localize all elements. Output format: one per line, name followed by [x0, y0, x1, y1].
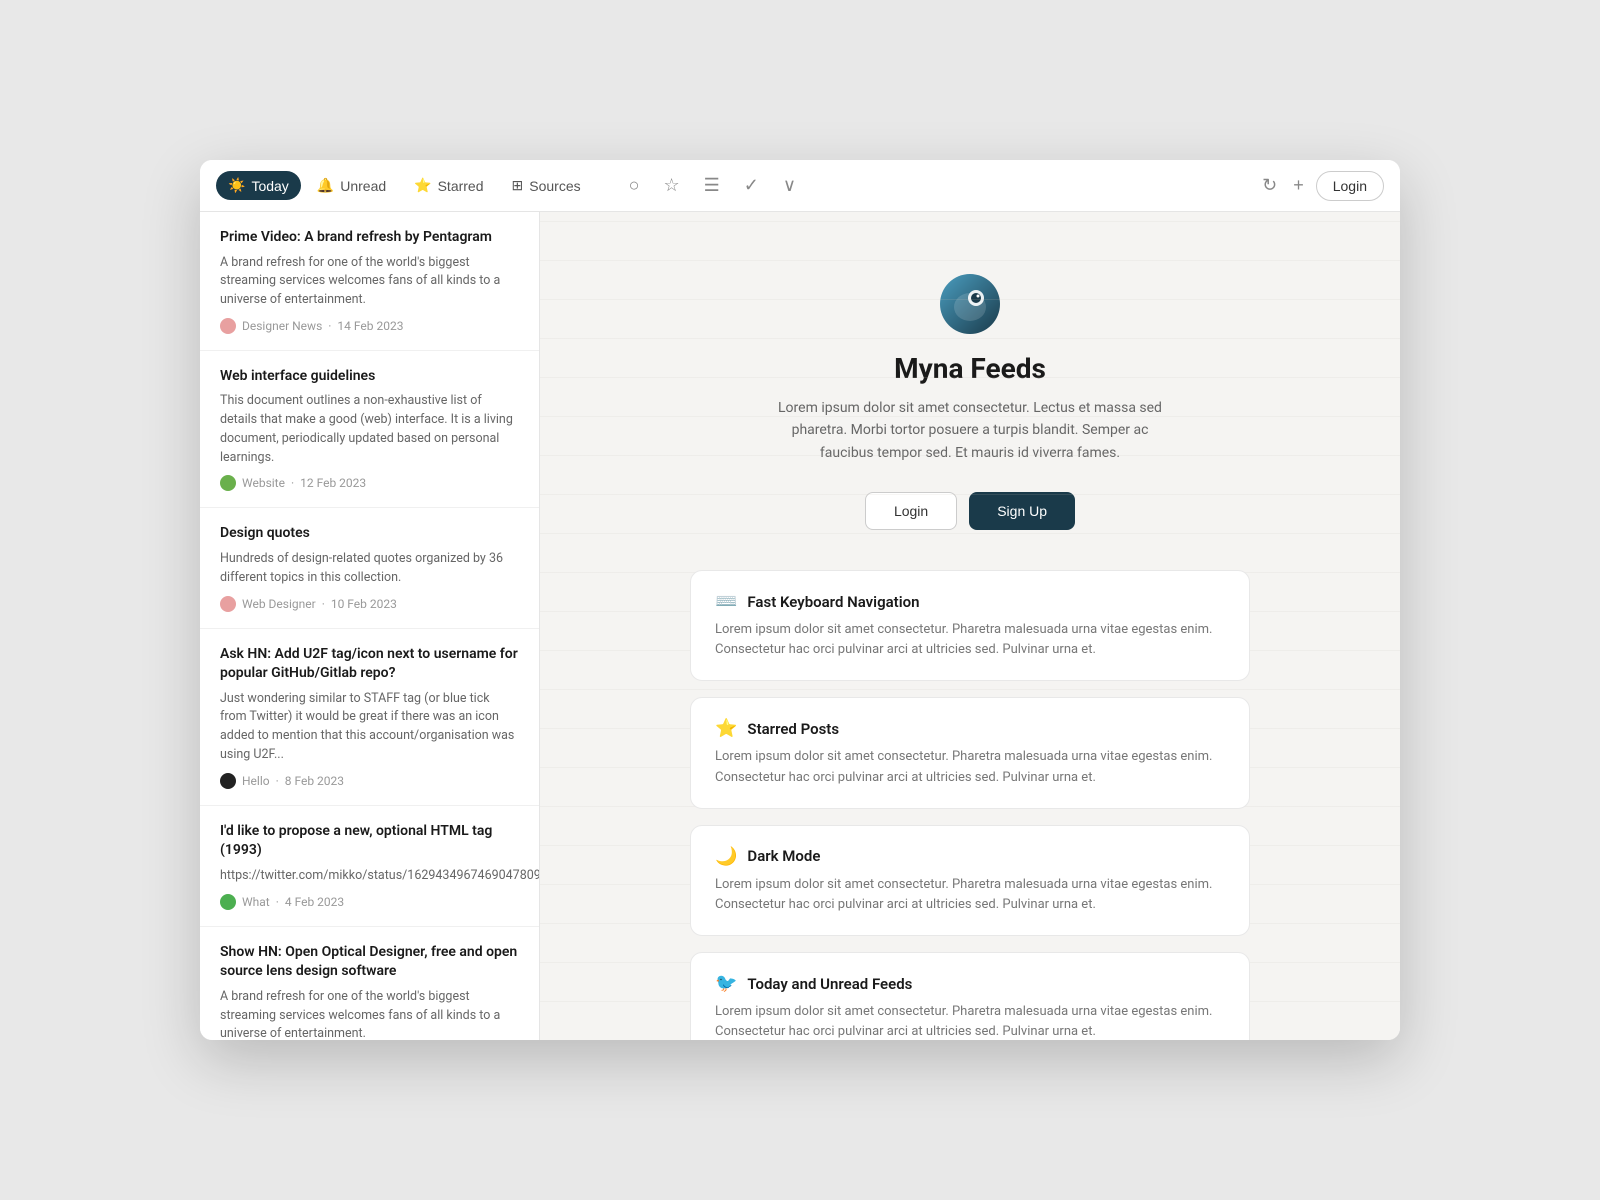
feature-title: Fast Keyboard Navigation [747, 593, 919, 611]
feature-cards: ⌨️ Fast Keyboard Navigation Lorem ipsum … [690, 570, 1250, 1040]
article-title: I'd like to propose a new, optional HTML… [220, 822, 519, 861]
sources-label: Sources [529, 178, 580, 194]
article-date: 14 Feb 2023 [337, 319, 403, 333]
bell-icon: 🔔 [317, 177, 334, 194]
feature-card-1: ⭐ Starred Posts Lorem ipsum dolor sit am… [690, 697, 1250, 808]
feature-desc: Lorem ipsum dolor sit amet consectetur. … [715, 875, 1225, 915]
article-source: Hello [242, 774, 270, 788]
article-date: 12 Feb 2023 [300, 476, 366, 490]
feature-card-2: 🌙 Dark Mode Lorem ipsum dolor sit amet c… [690, 825, 1250, 936]
article-meta: Website · 12 Feb 2023 [220, 475, 519, 491]
top-nav: ☀️ Today 🔔 Unread ⭐ Starred ⊞ Sources ○ … [200, 160, 1400, 212]
article-meta: Web Designer · 10 Feb 2023 [220, 596, 519, 612]
today-label: Today [251, 178, 288, 194]
starred-label: Starred [438, 178, 484, 194]
feature-card-header: ⭐ Starred Posts [715, 718, 1225, 739]
main-area: Prime Video: A brand refresh by Pentagra… [200, 212, 1400, 1040]
article-title: Web interface guidelines [220, 367, 519, 387]
app-description: Lorem ipsum dolor sit amet consectetur. … [770, 397, 1170, 464]
grid-icon: ⊞ [512, 177, 524, 194]
article-date: 8 Feb 2023 [285, 774, 344, 788]
starred-tab[interactable]: ⭐ Starred [402, 171, 495, 200]
login-button[interactable]: Login [1316, 171, 1384, 201]
star-icon: ⭐ [414, 177, 431, 194]
feature-card-header: 🌙 Dark Mode [715, 846, 1225, 867]
source-dot [220, 773, 236, 789]
article-date: 4 Feb 2023 [285, 895, 344, 909]
source-dot [220, 596, 236, 612]
article-source: Designer News [242, 319, 322, 333]
list-item[interactable]: Design quotes Hundreds of design-related… [200, 508, 539, 628]
article-title: Ask HN: Add U2F tag/icon next to usernam… [220, 645, 519, 684]
article-title: Show HN: Open Optical Designer, free and… [220, 943, 519, 982]
feature-title: Today and Unread Feeds [747, 975, 912, 993]
unread-tab[interactable]: 🔔 Unread [305, 171, 398, 200]
list-item[interactable]: I'd like to propose a new, optional HTML… [200, 806, 539, 927]
list-icon[interactable]: ☰ [700, 171, 724, 200]
feature-icon: 🐦 [715, 973, 737, 994]
list-item[interactable]: Prime Video: A brand refresh by Pentagra… [200, 212, 539, 351]
nav-right: ↻ + Login [1258, 171, 1384, 201]
sources-tab[interactable]: ⊞ Sources [500, 171, 593, 200]
article-meta: What · 4 Feb 2023 [220, 894, 519, 910]
landing-content: Myna Feeds Lorem ipsum dolor sit amet co… [540, 212, 1400, 1040]
feature-title: Starred Posts [747, 720, 839, 738]
feature-icon: ⌨️ [715, 591, 737, 612]
article-excerpt: Just wondering similar to STAFF tag (or … [220, 690, 519, 765]
sun-icon: ☀️ [228, 177, 245, 194]
app-window: ☀️ Today 🔔 Unread ⭐ Starred ⊞ Sources ○ … [200, 160, 1400, 1040]
article-excerpt: https://twitter.com/mikko/status/1629434… [220, 867, 519, 886]
feature-card-header: 🐦 Today and Unread Feeds [715, 973, 1225, 994]
check-circle-icon[interactable]: ○ [625, 171, 644, 200]
bookmark-icon[interactable]: ☆ [659, 171, 683, 200]
feature-icon: ⭐ [715, 718, 737, 739]
app-logo-icon [938, 272, 1002, 336]
article-meta: Designer News · 14 Feb 2023 [220, 318, 519, 334]
list-item[interactable]: Ask HN: Add U2F tag/icon next to usernam… [200, 629, 539, 806]
cta-buttons: Login Sign Up [865, 492, 1075, 530]
article-excerpt: A brand refresh for one of the world's b… [220, 254, 519, 310]
content-panel: Myna Feeds Lorem ipsum dolor sit amet co… [540, 212, 1400, 1040]
feature-title: Dark Mode [747, 847, 820, 865]
article-title: Prime Video: A brand refresh by Pentagra… [220, 228, 519, 248]
source-dot [220, 894, 236, 910]
feature-card-3: 🐦 Today and Unread Feeds Lorem ipsum dol… [690, 952, 1250, 1040]
feature-desc: Lorem ipsum dolor sit amet consectetur. … [715, 620, 1225, 660]
feature-card-header: ⌨️ Fast Keyboard Navigation [715, 591, 1225, 612]
sidebar: Prime Video: A brand refresh by Pentagra… [200, 212, 540, 1040]
feature-icon: 🌙 [715, 846, 737, 867]
article-excerpt: This document outlines a non-exhaustive … [220, 392, 519, 467]
landing-signup-button[interactable]: Sign Up [969, 492, 1075, 530]
list-item[interactable]: Show HN: Open Optical Designer, free and… [200, 927, 539, 1040]
article-source: Web Designer [242, 597, 316, 611]
source-dot [220, 318, 236, 334]
feature-desc: Lorem ipsum dolor sit amet consectetur. … [715, 1002, 1225, 1040]
article-excerpt: A brand refresh for one of the world's b… [220, 988, 519, 1040]
add-icon[interactable]: + [1289, 171, 1308, 200]
nav-center: ○ ☆ ☰ ✓ ∨ [625, 171, 800, 200]
app-name: Myna Feeds [894, 352, 1046, 385]
check-icon[interactable]: ✓ [740, 171, 763, 200]
article-meta: Hello · 8 Feb 2023 [220, 773, 519, 789]
article-source: What [242, 895, 270, 909]
landing-login-button[interactable]: Login [865, 492, 957, 530]
nav-left: ☀️ Today 🔔 Unread ⭐ Starred ⊞ Sources [216, 171, 593, 200]
feature-card-0: ⌨️ Fast Keyboard Navigation Lorem ipsum … [690, 570, 1250, 681]
list-item[interactable]: Web interface guidelines This document o… [200, 351, 539, 509]
unread-label: Unread [340, 178, 386, 194]
feature-desc: Lorem ipsum dolor sit amet consectetur. … [715, 747, 1225, 787]
article-title: Design quotes [220, 524, 519, 544]
refresh-icon[interactable]: ↻ [1258, 171, 1281, 200]
source-dot [220, 475, 236, 491]
today-tab[interactable]: ☀️ Today [216, 171, 301, 200]
article-date: 10 Feb 2023 [331, 597, 397, 611]
article-excerpt: Hundreds of design-related quotes organi… [220, 550, 519, 588]
article-source: Website [242, 476, 285, 490]
archive-icon[interactable]: ∨ [779, 171, 800, 200]
